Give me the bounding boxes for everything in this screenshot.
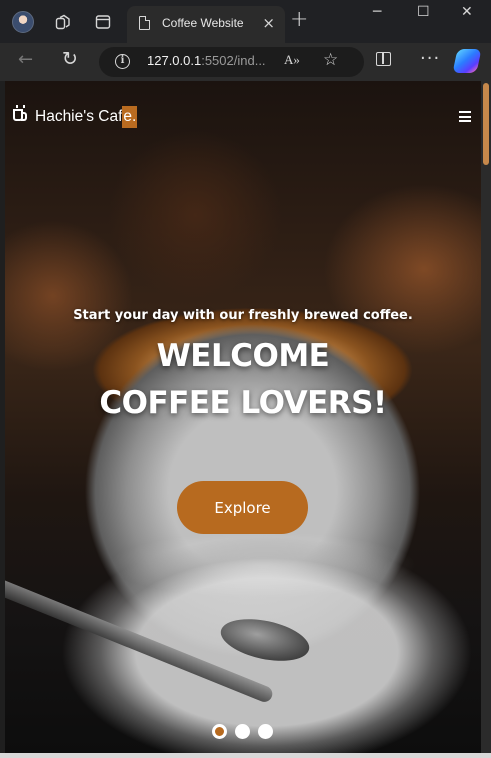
slider-dots <box>212 724 273 739</box>
more-icon[interactable]: ··· <box>420 48 440 69</box>
favorite-star-icon[interactable]: ☆ <box>323 50 338 70</box>
hamburger-menu-icon[interactable] <box>459 111 471 122</box>
browser-toolbar: ← ↻ i 127.0.0.1:5502/ind... A» ☆ ··· <box>0 43 491 81</box>
site-navbar: Hachie's Cafe. <box>5 81 481 156</box>
window-close-icon[interactable]: ✕ <box>461 4 473 20</box>
coffee-cup-icon <box>13 105 27 121</box>
hero-subtitle: Start your day with our freshly brewed c… <box>73 308 413 323</box>
copilot-icon[interactable] <box>452 49 482 73</box>
tab-close-icon[interactable]: × <box>262 14 275 32</box>
tab-coffee-website[interactable]: Coffee Website × <box>127 6 285 43</box>
browser-titlebar: Coffee Website × + ─ ☐ ✕ <box>0 0 491 43</box>
url-path: :5502/ind... <box>201 53 266 68</box>
brand-text: Hachie's Caf <box>35 108 123 125</box>
workspaces-icon[interactable] <box>55 14 71 30</box>
url-host: 127.0.0.1 <box>147 53 202 68</box>
back-arrow-icon[interactable]: ← <box>18 49 33 70</box>
explore-button[interactable]: Explore <box>177 481 308 534</box>
page-icon <box>139 16 150 30</box>
hero-title-line2: COFFEE LOVERS! <box>99 385 387 421</box>
scrollbar-thumb[interactable] <box>483 83 489 165</box>
site-info-icon[interactable]: i <box>115 54 130 69</box>
read-aloud-icon[interactable]: A» <box>284 52 300 68</box>
minimize-icon[interactable]: ─ <box>373 4 381 20</box>
address-bar[interactable]: i 127.0.0.1:5502/ind... A» ☆ <box>99 47 364 77</box>
hero-title: WELCOME COFFEE LOVERS! <box>5 333 481 427</box>
site-logo[interactable]: Hachie's Cafe. <box>35 106 138 128</box>
window-bottom-edge <box>0 753 491 758</box>
hero-title-line1: WELCOME <box>156 338 330 374</box>
hero-section: Hachie's Cafe. Start your day with our f… <box>5 81 481 753</box>
reload-icon[interactable]: ↻ <box>62 48 78 70</box>
slider-dot-1[interactable] <box>212 724 227 739</box>
url-text[interactable]: 127.0.0.1:5502/ind... <box>147 53 266 68</box>
profile-avatar-icon[interactable] <box>12 11 34 33</box>
new-tab-icon[interactable]: + <box>290 9 308 31</box>
maximize-icon[interactable]: ☐ <box>417 4 430 20</box>
page-scrollbar[interactable] <box>481 81 491 753</box>
slider-dot-2[interactable] <box>235 724 250 739</box>
slider-dot-3[interactable] <box>258 724 273 739</box>
tab-title: Coffee Website <box>162 16 244 30</box>
brand-highlight: e. <box>122 106 138 128</box>
spoon-bowl-image <box>217 612 313 668</box>
tab-actions-icon[interactable] <box>95 14 111 30</box>
split-screen-icon[interactable] <box>376 52 391 66</box>
